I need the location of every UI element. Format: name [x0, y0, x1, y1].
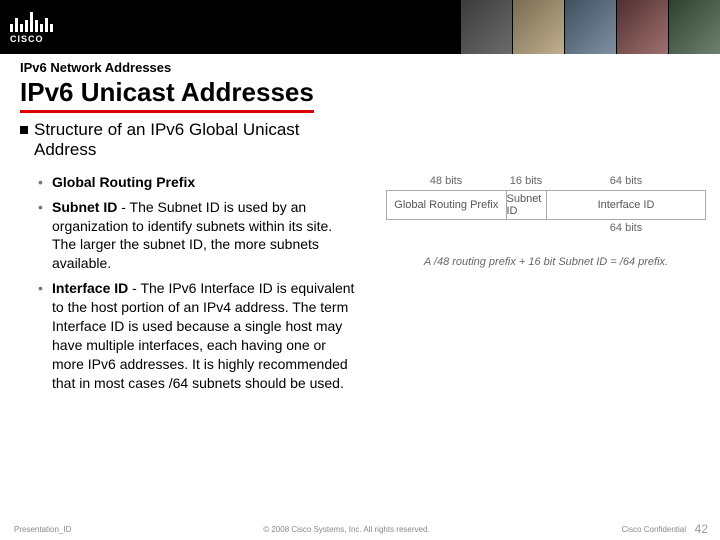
decorative-photo	[616, 0, 668, 54]
page-number: 42	[695, 522, 708, 536]
under-row: 64 bits	[386, 222, 706, 234]
box-subnet-id: Subnet ID	[507, 190, 548, 220]
box-interface-id: Interface ID	[547, 190, 706, 220]
decorative-photo	[460, 0, 512, 54]
title-block: IPv6 Network Addresses IPv6 Unicast Addr…	[20, 60, 314, 113]
bit-labels-row: 48 bits 16 bits 64 bits	[386, 175, 706, 187]
footer-confidential: Cisco Confidential	[622, 525, 686, 534]
slide-overline: IPv6 Network Addresses	[20, 60, 314, 75]
logo-text: CISCO	[10, 34, 44, 44]
bits-mid-label: 16 bits	[506, 175, 546, 187]
bullet-label: Global Routing Prefix	[52, 174, 195, 190]
content-column: Structure of an IPv6 Global Unicast Addr…	[20, 120, 355, 399]
square-bullet-icon	[20, 126, 28, 134]
box-global-routing-prefix: Global Routing Prefix	[386, 190, 507, 220]
slide-title: IPv6 Unicast Addresses	[20, 77, 314, 113]
bullet-label: Interface ID	[52, 280, 128, 296]
decorative-photo	[512, 0, 564, 54]
bits-right-label: 64 bits	[546, 175, 706, 187]
decorative-photo-strip	[460, 0, 720, 54]
list-item: Subnet ID - The Subnet ID is used by an …	[38, 198, 355, 274]
list-item: Interface ID - The IPv6 Interface ID is …	[38, 279, 355, 392]
bullet-rest: - The IPv6 Interface ID is equivalent to…	[52, 280, 354, 390]
top-bar: CISCO	[0, 0, 720, 54]
cisco-logo: CISCO	[10, 10, 53, 44]
logo-bars-icon	[10, 10, 53, 32]
under-interface-bits: 64 bits	[546, 222, 706, 234]
decorative-photo	[668, 0, 720, 54]
section-heading-text: Structure of an IPv6 Global Unicast Addr…	[34, 120, 355, 161]
section-heading: Structure of an IPv6 Global Unicast Addr…	[20, 120, 355, 161]
footer-presentation-id: Presentation_ID	[14, 525, 71, 534]
footer-copyright: © 2008 Cisco Systems, Inc. All rights re…	[71, 525, 621, 534]
decorative-photo	[564, 0, 616, 54]
bullet-list: Global Routing Prefix Subnet ID - The Su…	[38, 173, 355, 393]
bullet-label: Subnet ID	[52, 199, 117, 215]
field-boxes-row: Global Routing Prefix Subnet ID Interfac…	[386, 190, 706, 220]
bits-left-label: 48 bits	[386, 175, 506, 187]
diagram-caption: A /48 routing prefix + 16 bit Subnet ID …	[386, 256, 706, 268]
slide: CISCO IPv6 Network Addresses IPv6 Unicas…	[0, 0, 720, 540]
footer: Presentation_ID © 2008 Cisco Systems, In…	[0, 525, 720, 534]
address-structure-diagram: 48 bits 16 bits 64 bits Global Routing P…	[386, 175, 706, 268]
list-item: Global Routing Prefix	[38, 173, 355, 192]
